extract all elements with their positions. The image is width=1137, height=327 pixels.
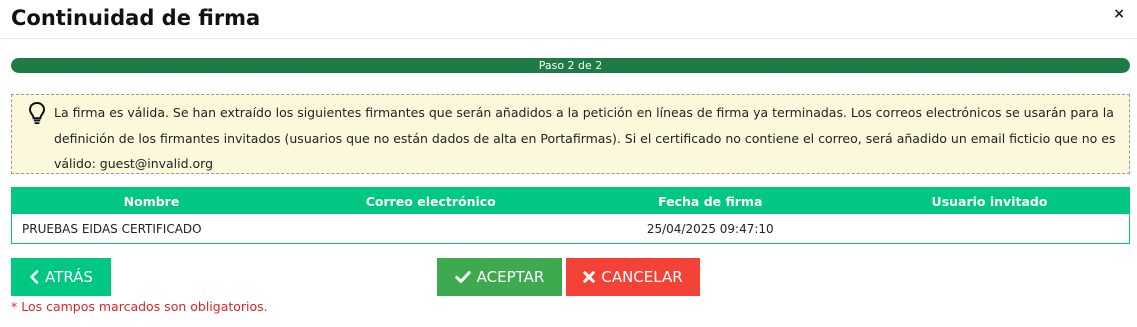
cell-usuario-invitado: [850, 214, 1130, 244]
cell-nombre: PRUEBAS EIDAS CERTIFICADO: [11, 214, 291, 244]
chevron-left-icon: [30, 270, 39, 284]
cancel-button-label: CANCELAR: [601, 268, 683, 286]
dialog-title: Continuidad de firma: [11, 6, 261, 30]
info-box: La firma es válida. Se han extraído los …: [11, 94, 1130, 174]
cell-correo: [291, 214, 571, 244]
table-row[interactable]: PRUEBAS EIDAS CERTIFICADO 25/04/2025 09:…: [11, 214, 1130, 244]
required-fields-note: * Los campos marcados son obligatorios.: [11, 299, 268, 314]
accept-button[interactable]: ACEPTAR: [437, 258, 562, 296]
cancel-button[interactable]: CANCELAR: [566, 258, 700, 296]
cell-fecha: 25/04/2025 09:47:10: [570, 214, 850, 244]
column-header-nombre[interactable]: Nombre: [11, 187, 291, 214]
close-icon[interactable]: ×: [1113, 6, 1125, 22]
column-header-correo[interactable]: Correo electrónico: [291, 187, 571, 214]
lightbulb-icon: [28, 101, 46, 124]
progress-label: Paso 2 de 2: [538, 59, 603, 72]
progress-bar: Paso 2 de 2: [11, 58, 1130, 73]
column-header-usuario-invitado[interactable]: Usuario invitado: [850, 187, 1130, 214]
close-x-icon: [583, 271, 596, 283]
back-button[interactable]: ATRÁS: [11, 258, 111, 296]
check-icon: [454, 271, 471, 283]
column-header-fecha[interactable]: Fecha de firma: [570, 187, 850, 214]
signers-table: Nombre Correo electrónico Fecha de firma…: [11, 187, 1130, 244]
table-header-row: Nombre Correo electrónico Fecha de firma…: [11, 187, 1130, 214]
info-text: La firma es válida. Se han extraído los …: [54, 105, 1116, 171]
dialog-header: Continuidad de firma ×: [0, 0, 1137, 39]
back-button-label: ATRÁS: [45, 268, 93, 286]
accept-button-label: ACEPTAR: [476, 268, 545, 286]
